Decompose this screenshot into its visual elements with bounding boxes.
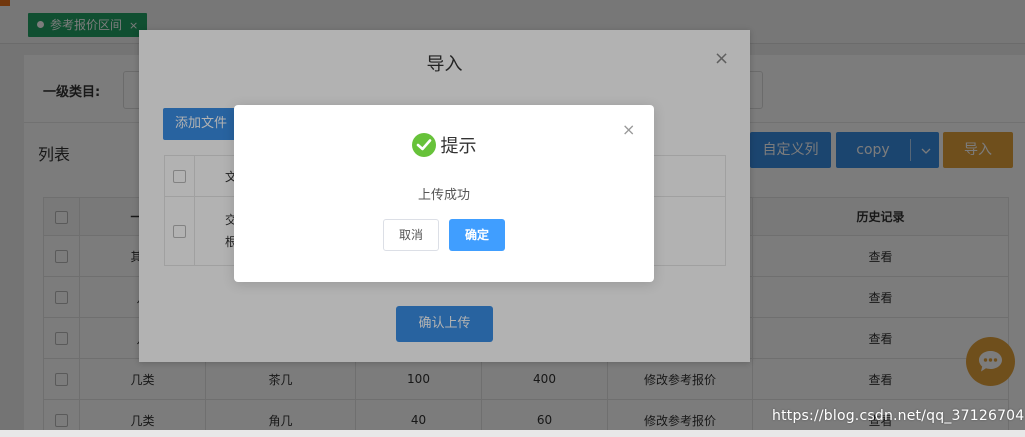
message-box-title-row: 提示 bbox=[234, 133, 654, 161]
message-box-title: 提示 bbox=[440, 136, 477, 157]
message-box-body: 上传成功 bbox=[417, 188, 470, 203]
bottom-bar bbox=[0, 430, 1025, 437]
watermark-text: https://blog.csdn.net/qq_37126704 bbox=[772, 408, 1025, 424]
cancel-button[interactable]: 取消 bbox=[383, 219, 439, 251]
confirm-button[interactable]: 确定 bbox=[449, 219, 505, 251]
message-box: × 提示 上传成功 取消 确定 bbox=[234, 105, 654, 282]
success-check-icon bbox=[411, 133, 436, 157]
